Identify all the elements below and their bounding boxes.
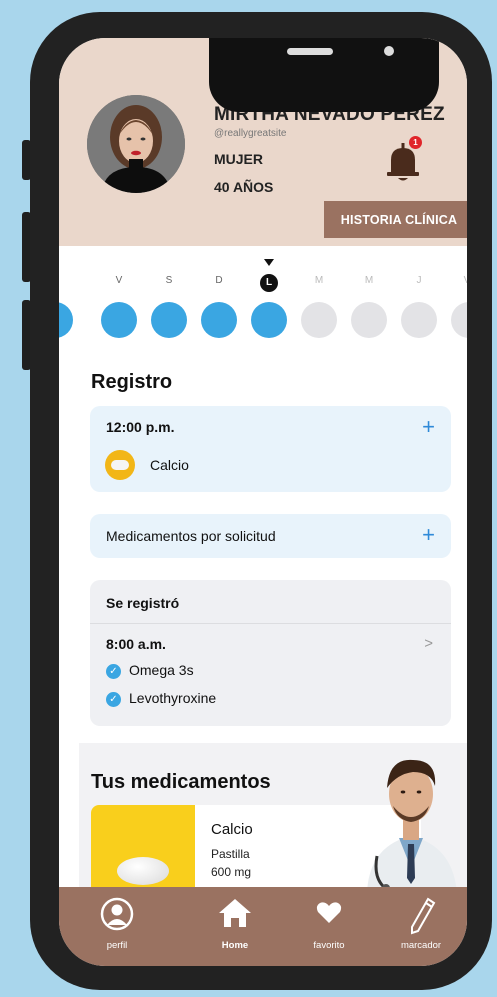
nav-label: favorito	[313, 940, 345, 951]
avatar-portrait	[87, 95, 185, 193]
day-label: M	[364, 275, 374, 286]
speaker	[287, 48, 333, 55]
day-progress-dot[interactable]	[151, 302, 187, 338]
logged-item: Omega 3s	[129, 662, 194, 678]
medication-type: Pastilla	[211, 847, 250, 861]
day-progress-dot[interactable]	[301, 302, 337, 338]
doctor-illustration	[359, 728, 464, 893]
logged-time: 8:00 a.m.	[106, 636, 166, 652]
notification-badge: 1	[409, 136, 422, 149]
check-icon: ✓	[106, 664, 121, 679]
nav-item-perfil[interactable]: perfil	[81, 887, 153, 966]
today-marker	[264, 259, 274, 266]
day-label: V	[115, 275, 123, 286]
heart-icon	[316, 901, 342, 930]
logged-header: Se registró	[106, 595, 180, 611]
day-progress-dot[interactable]	[201, 302, 237, 338]
day-label: M	[314, 275, 324, 286]
user-icon	[100, 897, 134, 936]
scheduled-dose-card[interactable]: 12:00 p.m. + Calcio	[90, 406, 451, 492]
add-dose-button[interactable]: +	[422, 416, 435, 438]
medication-dose: 600 mg	[211, 865, 252, 879]
chevron-right-icon[interactable]: >	[424, 635, 433, 652]
nav-label: marcador	[400, 940, 442, 951]
nav-label: perfil	[106, 940, 128, 951]
medication-thumbnail	[91, 805, 195, 893]
bottom-nav: perfil Home favorito marcador	[59, 887, 467, 966]
day-progress-dot[interactable]	[401, 302, 437, 338]
day-progress-dot[interactable]	[251, 302, 287, 338]
scheduled-time: 12:00 p.m.	[106, 419, 175, 435]
notch	[209, 38, 439, 112]
day-label: J	[416, 275, 422, 286]
day-label: V	[463, 275, 467, 286]
day-progress-dot[interactable]	[451, 302, 467, 338]
day-progress-dot[interactable]	[59, 302, 73, 338]
home-icon	[218, 897, 252, 934]
divider	[90, 623, 451, 624]
notification-button[interactable]: 1	[385, 136, 422, 184]
medications-title: Tus medicamentos	[91, 771, 271, 793]
avatar[interactable]	[87, 95, 185, 193]
logged-card: Se registró 8:00 a.m. > ✓ Omega 3s ✓ Lev…	[90, 580, 451, 726]
nav-item-favorito[interactable]: favorito	[293, 887, 365, 966]
profile-handle: @reallygreatsite	[214, 128, 287, 139]
on-demand-card[interactable]: Medicamentos por solicitud +	[90, 514, 451, 558]
clinical-history-button[interactable]: HISTORIA CLÍNICA	[324, 201, 467, 238]
add-on-demand-button[interactable]: +	[422, 524, 435, 546]
front-camera	[384, 46, 394, 56]
registro-title: Registro	[91, 371, 173, 393]
medication-name: Calcio	[211, 821, 253, 838]
nav-item-home[interactable]: Home	[199, 887, 271, 966]
pencil-icon	[406, 897, 436, 942]
logged-item: Levothyroxine	[129, 690, 217, 706]
profile-sex: MUJER	[214, 151, 264, 167]
phone-screen: MIRTHA NEVADO PEREZ @reallygreatsite MUJ…	[59, 38, 467, 966]
nav-item-marcador[interactable]: marcador	[383, 887, 459, 966]
day-label-today[interactable]: L	[260, 274, 278, 292]
day-progress-dot[interactable]	[101, 302, 137, 338]
day-label: D	[215, 275, 223, 286]
day-progress-dot[interactable]	[351, 302, 387, 338]
day-label: S	[165, 275, 173, 286]
profile-age: 40 AÑOS	[214, 179, 274, 195]
tablet-image	[117, 857, 169, 885]
check-icon: ✓	[106, 692, 121, 707]
pill-icon	[105, 450, 135, 480]
nav-label: Home	[221, 940, 249, 951]
scheduled-medication: Calcio	[150, 457, 189, 473]
on-demand-label: Medicamentos por solicitud	[106, 528, 276, 544]
